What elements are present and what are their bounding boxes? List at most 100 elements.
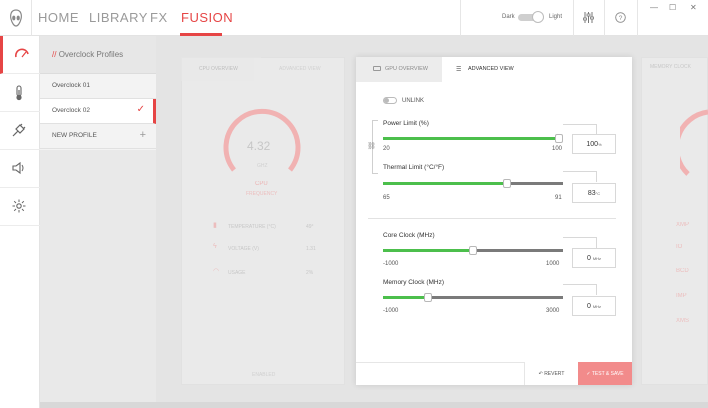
stat-value: 1.31 bbox=[306, 246, 316, 252]
save-label: TEST & SAVE bbox=[591, 371, 624, 377]
profiles-title: // Overclock Profiles bbox=[52, 50, 123, 59]
checkmark-icon: ✓ bbox=[136, 104, 145, 115]
cpu-stat-temperature: ▮ TEMPERATURE (°C) 49° bbox=[200, 219, 340, 235]
list-icon: ☰ bbox=[456, 67, 462, 73]
value-connector bbox=[563, 284, 597, 295]
overclock-profiles-panel: // Overclock Profiles Overclock 01 Overc… bbox=[40, 36, 156, 150]
memory-stat-xms: XMS bbox=[676, 318, 690, 324]
thermal-limit-slider[interactable] bbox=[383, 179, 563, 188]
slider-thumb[interactable] bbox=[503, 179, 511, 188]
profile-overclock-02[interactable]: Overclock 02 ✓ bbox=[40, 99, 156, 124]
gpu-card: GPU OVERVIEW ☰ ADVANCED VIEW bbox=[356, 57, 632, 385]
profile-overclock-01[interactable]: Overclock 01 bbox=[40, 74, 156, 99]
rail-thermals[interactable] bbox=[0, 74, 40, 112]
stat-value: 49° bbox=[306, 224, 314, 230]
rail-power[interactable] bbox=[0, 112, 40, 150]
stat-name: USAGE bbox=[228, 270, 246, 276]
memory-stat-bcd: BCD bbox=[676, 268, 689, 274]
memory-clock-max: 3000 bbox=[546, 308, 560, 314]
cpu-gauge-value: 4.32 bbox=[247, 139, 271, 153]
memory-stat-io: IO bbox=[676, 244, 683, 250]
tab-label: ADVANCED VIEW bbox=[468, 66, 514, 72]
thermometer-icon: ▮ bbox=[213, 222, 217, 229]
slider-fill bbox=[383, 249, 473, 252]
tab-advanced-view[interactable]: ☰ ADVANCED VIEW bbox=[442, 57, 632, 82]
test-and-save-button[interactable]: ✓ TEST & SAVE bbox=[578, 362, 632, 385]
help-icon[interactable]: ? bbox=[615, 12, 626, 23]
thermal-limit-value[interactable]: 83°C bbox=[572, 183, 616, 203]
speaker-icon bbox=[12, 161, 24, 175]
unlink-label: UNLINK bbox=[402, 98, 425, 104]
value-number: 100 bbox=[586, 141, 599, 148]
profile-label: Overclock 02 bbox=[52, 107, 90, 114]
memory-stat-imp: IMP bbox=[676, 293, 687, 299]
overclock-icon bbox=[15, 48, 29, 58]
tab-memory-clock[interactable]: MEMORY CLOCK bbox=[650, 64, 691, 70]
close-button[interactable]: ✕ bbox=[690, 3, 697, 12]
memory-clock-value[interactable]: 0 MHz bbox=[572, 296, 616, 316]
value-number: 83 bbox=[587, 190, 596, 197]
memory-clock-min: -1000 bbox=[383, 308, 399, 314]
chain-link-icon[interactable]: ⛓ bbox=[367, 142, 376, 150]
stat-name: TEMPERATURE (°C) bbox=[228, 224, 276, 230]
slider-fill bbox=[383, 296, 428, 299]
cpu-stat-voltage: ϟ VOLTAGE (V) 1.31 bbox=[200, 241, 340, 257]
profile-label: Overclock 01 bbox=[52, 82, 90, 89]
nav-home[interactable]: HOME bbox=[38, 10, 79, 25]
slider-fill bbox=[383, 182, 507, 185]
left-nav-rail bbox=[0, 36, 40, 408]
cpu-enable-toggle[interactable]: ENABLED bbox=[252, 372, 275, 378]
rail-audio[interactable] bbox=[0, 150, 40, 188]
tab-gpu-overview[interactable]: GPU OVERVIEW bbox=[356, 57, 442, 82]
core-clock-value[interactable]: 0 MHz bbox=[572, 248, 616, 268]
memory-clock-label: Memory Clock (MHz) bbox=[383, 279, 445, 286]
power-limit-label: Power Limit (%) bbox=[383, 120, 429, 127]
gauge-icon: ◠ bbox=[213, 268, 220, 275]
slider-thumb[interactable] bbox=[555, 134, 563, 143]
nav-fx[interactable]: FX bbox=[150, 10, 168, 25]
theme-light-label: Light bbox=[549, 14, 563, 20]
equalizer-settings-icon[interactable] bbox=[583, 12, 594, 23]
minimize-button[interactable]: — bbox=[650, 3, 658, 12]
alien-logo-icon bbox=[10, 9, 22, 27]
stat-value: 2% bbox=[306, 270, 314, 276]
plus-icon: + bbox=[139, 129, 146, 141]
core-clock-slider[interactable] bbox=[383, 246, 563, 255]
rail-lighting[interactable] bbox=[0, 188, 40, 226]
theme-toggle-knob[interactable] bbox=[532, 11, 544, 23]
unlink-toggle[interactable] bbox=[383, 97, 397, 104]
memory-card bbox=[641, 57, 708, 385]
tab-cpu-advanced[interactable]: ADVANCED VIEW bbox=[261, 57, 345, 81]
power-limit-max: 100 bbox=[552, 146, 563, 152]
thermal-limit-min: 65 bbox=[383, 195, 390, 201]
check-icon: ✓ bbox=[586, 371, 591, 377]
power-limit-slider[interactable] bbox=[383, 134, 563, 143]
thermal-limit-label: Thermal Limit (°C/°F) bbox=[383, 164, 445, 171]
lightning-icon: ϟ bbox=[213, 243, 217, 250]
revert-button[interactable]: ↶ REVERT bbox=[524, 362, 578, 385]
value-number: 0 bbox=[586, 255, 591, 262]
maximize-button[interactable]: ☐ bbox=[669, 3, 676, 12]
nav-fusion[interactable]: FUSION bbox=[181, 10, 233, 25]
thermometer-icon bbox=[16, 85, 22, 101]
power-limit-value[interactable]: 100% bbox=[572, 134, 616, 154]
thermal-limit-max: 91 bbox=[555, 195, 562, 201]
value-number: 0 bbox=[586, 303, 591, 310]
rail-overclock[interactable] bbox=[0, 36, 40, 74]
gpu-card-tabs: GPU OVERVIEW ☰ ADVANCED VIEW bbox=[356, 57, 632, 82]
tab-label: GPU OVERVIEW bbox=[385, 66, 428, 72]
memory-gauge bbox=[680, 109, 708, 176]
power-limit-min: 20 bbox=[383, 146, 390, 152]
memory-clock-slider[interactable] bbox=[383, 293, 563, 302]
new-profile-button[interactable]: NEW PROFILE + bbox=[40, 124, 156, 149]
slider-thumb[interactable] bbox=[469, 246, 477, 255]
slider-thumb[interactable] bbox=[424, 293, 432, 302]
tab-cpu-overview[interactable]: CPU OVERVIEW bbox=[181, 57, 261, 81]
value-unit: MHz bbox=[592, 304, 602, 309]
nav-library[interactable]: LIBRARY bbox=[89, 10, 148, 25]
core-clock-max: 1000 bbox=[546, 261, 560, 267]
svg-text:?: ? bbox=[619, 15, 623, 22]
profile-label: NEW PROFILE bbox=[52, 132, 97, 139]
value-unit: MHz bbox=[592, 256, 602, 261]
power-plug-icon bbox=[12, 123, 26, 137]
